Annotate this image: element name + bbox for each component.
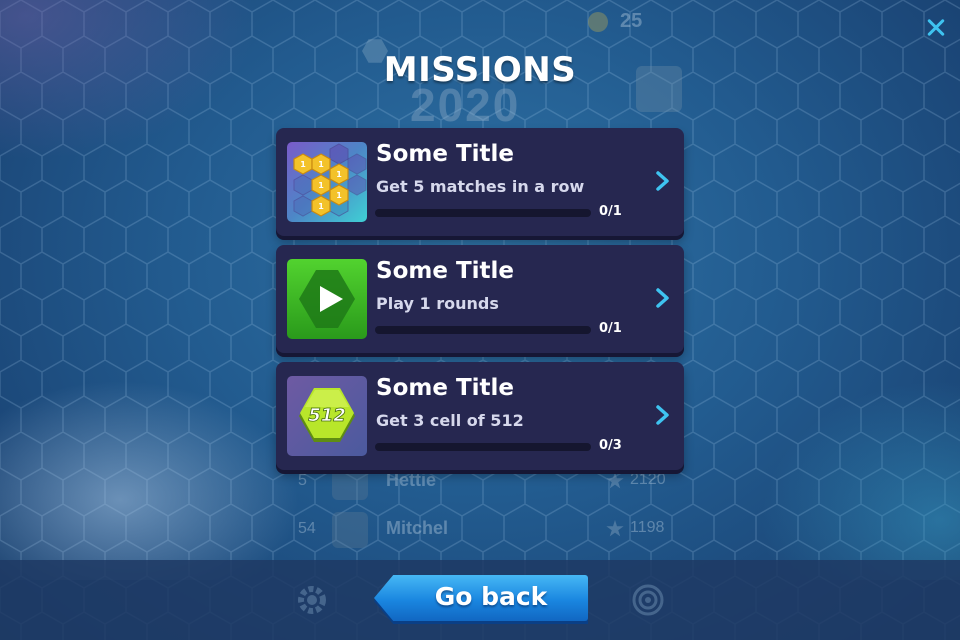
mission-card[interactable]: 1 1 1 1 1 1 Some Title Get 5 matches in a ro… [276, 128, 684, 236]
avatar [332, 512, 368, 548]
hexagon-512-label: 512 [308, 405, 346, 426]
chevron-right-icon [656, 405, 669, 425]
mission-title: Some Title [376, 375, 514, 401]
coin-count: 25 [620, 10, 643, 32]
row-rank: 5 [298, 472, 307, 489]
mission-card[interactable]: Some Title Play 1 rounds 0/1 [276, 245, 684, 353]
honeycomb-coins-icon: 1 1 1 1 1 1 [287, 142, 367, 222]
play-hexagon-icon [287, 259, 367, 339]
mission-description: Get 3 cell of 512 [376, 411, 524, 430]
chevron-right-icon [656, 288, 669, 308]
go-back-label: Go back [434, 582, 548, 611]
svg-text:1: 1 [336, 170, 342, 179]
leaderboard-row: 54 Mitchel 1198 [290, 510, 690, 550]
svg-text:1: 1 [336, 191, 342, 200]
go-back-button[interactable]: Go back [374, 575, 588, 624]
mission-progress-count: 0/1 [599, 321, 622, 336]
mission-card[interactable]: 512 Some Title Get 3 cell of 512 0/3 [276, 362, 684, 470]
mission-progress-count: 0/3 [599, 438, 622, 453]
mission-description: Get 5 matches in a row [376, 177, 585, 196]
star-icon [606, 520, 624, 537]
background-glow [760, 380, 960, 580]
background-glow [0, 380, 300, 580]
svg-text:1: 1 [318, 202, 324, 211]
chevron-right-icon [656, 171, 669, 191]
mission-progress-count: 0/1 [599, 204, 622, 219]
row-score: 2120 [630, 471, 666, 488]
svg-text:1: 1 [318, 160, 324, 169]
row-name: Mitchel [386, 518, 449, 538]
mission-title: Some Title [376, 141, 514, 167]
gear-icon [298, 586, 326, 614]
row-score: 1198 [630, 519, 665, 536]
mission-description: Play 1 rounds [376, 294, 499, 313]
coin-icon [588, 12, 608, 32]
mission-progress-bar [375, 326, 591, 334]
hexagon-512-icon: 512 [287, 376, 367, 456]
row-name: Hettie [386, 470, 437, 490]
svg-text:1: 1 [318, 181, 324, 190]
mission-title: Some Title [376, 258, 514, 284]
star-icon [606, 472, 624, 489]
close-icon[interactable] [922, 14, 950, 42]
mission-progress-bar [375, 209, 591, 217]
mission-progress-bar [375, 443, 591, 451]
page-title: MISSIONS [383, 50, 577, 90]
target-icon [632, 584, 664, 616]
svg-text:1: 1 [300, 160, 306, 169]
row-rank: 54 [298, 520, 316, 537]
